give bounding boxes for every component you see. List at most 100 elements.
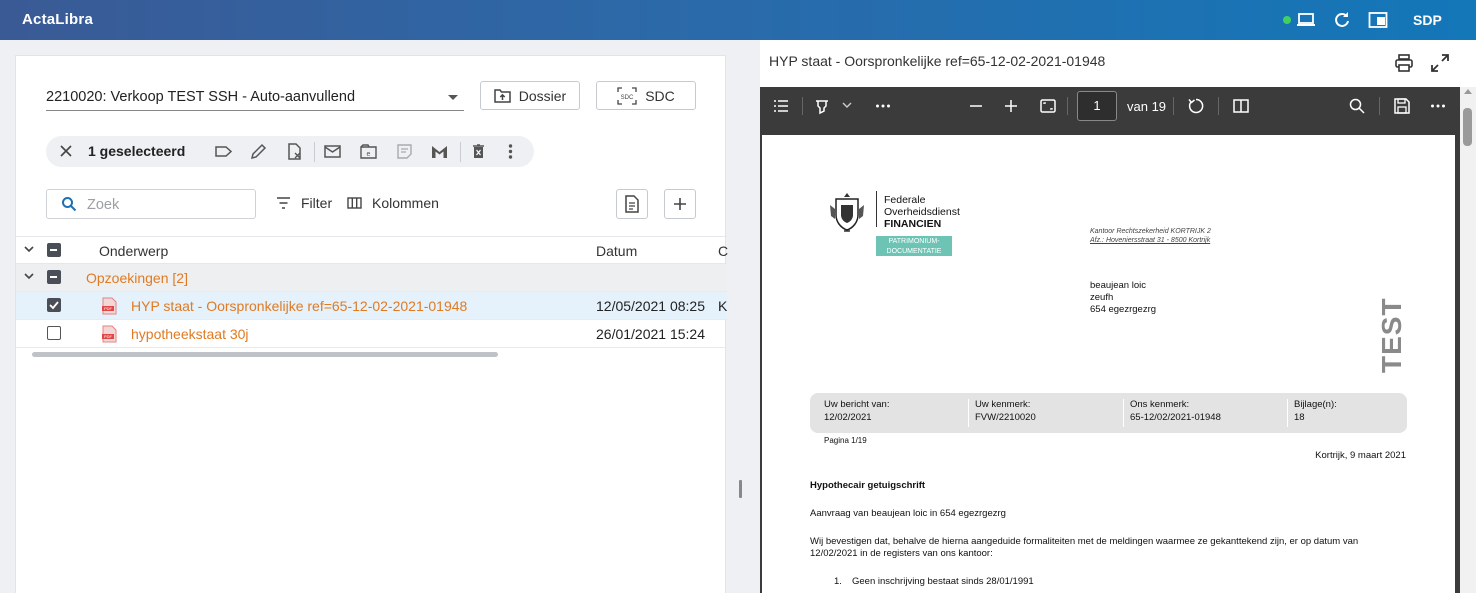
info-divider — [1123, 399, 1124, 427]
document-list-button[interactable] — [616, 189, 648, 219]
page-count: van 19 — [1127, 99, 1167, 114]
app-title: ActaLibra — [22, 11, 93, 28]
row-date: 12/05/2021 08:25 — [596, 298, 705, 314]
chevron-down-icon[interactable] — [842, 102, 852, 109]
pdf-icon-text: PDF — [104, 306, 113, 311]
select-all-checkbox[interactable] — [47, 243, 61, 257]
row-date: 26/01/2021 15:24 — [596, 326, 705, 342]
columns-button[interactable]: Kolommen — [347, 195, 439, 211]
list-item: Geen inschrijving bestaat sinds 28/01/19… — [852, 576, 1034, 587]
group-label: Opzoekingen [2] — [86, 270, 188, 286]
scrollbar-thumb[interactable] — [32, 352, 498, 357]
laptop-icon[interactable] — [1296, 10, 1316, 30]
toolbar-divider — [1067, 97, 1068, 115]
recipient-line: 654 egezrgezrg — [1090, 304, 1157, 315]
vertical-scrollbar[interactable] — [1460, 87, 1476, 593]
request-line: Aanvraag van beaujean loic in 654 egezrg… — [810, 508, 1006, 519]
note-icon[interactable] — [395, 142, 414, 161]
zoom-in-icon[interactable] — [1002, 97, 1020, 115]
dossier-select[interactable]: 2210020: Verkoop TEST SSH - Auto-aanvull… — [46, 83, 464, 111]
page-indicator: Pagina 1/19 — [824, 436, 867, 445]
document-heading: Hypothecair getuigschrift — [810, 480, 926, 491]
reference-info-bar: Uw bericht van: 12/02/2021 Uw kenmerk: FVW… — [810, 393, 1407, 433]
fullscreen-icon[interactable] — [1430, 53, 1450, 73]
body-text: Wij bevestigen dat, behalve de hierna aa… — [810, 536, 1359, 547]
panel-resize-handle[interactable] — [739, 480, 742, 498]
dossier-select-value: 2210020: Verkoop TEST SSH - Auto-aanvull… — [46, 89, 356, 105]
svg-text:e: e — [367, 151, 371, 158]
highlighter-icon[interactable] — [813, 97, 831, 115]
more-vertical-icon[interactable] — [501, 142, 520, 161]
group-checkbox[interactable] — [47, 270, 61, 284]
selection-count: 1 geselecteerd — [88, 143, 186, 159]
body-text: 12/02/2021 in de registers van ons kanto… — [810, 548, 993, 559]
row-subject[interactable]: HYP staat - Oorspronkelijke ref=65-12-02… — [131, 298, 467, 314]
add-button[interactable] — [664, 189, 696, 219]
column-header-date[interactable]: Datum — [596, 243, 637, 259]
toolbar-divider — [1218, 97, 1219, 115]
table-row[interactable]: PDF hypotheekstaat 30j 26/01/2021 15:24 — [16, 320, 727, 348]
close-icon[interactable] — [58, 143, 74, 159]
page-number-input[interactable]: 1 — [1077, 91, 1117, 121]
user-menu[interactable]: SDP — [1413, 12, 1442, 28]
info-cell: Bijlage(n): 18 — [1294, 399, 1337, 423]
two-page-icon[interactable] — [1232, 97, 1250, 115]
save-icon[interactable] — [1393, 97, 1411, 115]
chevron-down-icon[interactable] — [24, 273, 34, 280]
scroll-up-arrow[interactable] — [1464, 89, 1472, 94]
search-box — [46, 189, 256, 219]
grid-header: Onderwerp Datum C — [16, 236, 728, 264]
refresh-icon[interactable] — [1332, 10, 1352, 30]
row-subject[interactable]: hypotheekstaat 30j — [131, 326, 249, 342]
delete-icon[interactable] — [469, 142, 488, 161]
row-checkbox[interactable] — [47, 298, 61, 312]
rotate-icon[interactable] — [1187, 97, 1205, 115]
columns-label: Kolommen — [372, 195, 439, 211]
dossier-button[interactable]: Dossier — [480, 81, 580, 110]
zoom-out-icon[interactable] — [967, 97, 985, 115]
scrollbar-thumb[interactable] — [1463, 108, 1472, 146]
department-badge-line: PATRIMONIUM- — [888, 238, 940, 245]
gmail-icon[interactable] — [430, 142, 449, 161]
edit-icon[interactable] — [249, 142, 268, 161]
department-badge: PATRIMONIUM- DOCUMENTATIE — [876, 236, 952, 256]
column-header-subject[interactable]: Onderwerp — [99, 243, 168, 259]
row-checkbox[interactable] — [47, 326, 61, 340]
fit-page-icon[interactable] — [1039, 97, 1057, 115]
print-icon[interactable] — [1394, 53, 1414, 73]
e-document-icon[interactable]: e — [359, 142, 378, 161]
filter-button[interactable]: Filter — [276, 195, 332, 211]
department-badge-line: DOCUMENTATIE — [886, 247, 942, 255]
columns-icon — [347, 197, 362, 209]
recipient-line: beaujean loic — [1090, 280, 1146, 291]
pdf-page: Federale Overheidsdienst FINANCIEN PATRI… — [762, 135, 1455, 593]
chevron-down-icon[interactable] — [24, 246, 34, 253]
row-extra: K — [718, 298, 728, 314]
list-icon[interactable] — [772, 97, 790, 115]
group-row[interactable]: Opzoekingen [2] — [16, 264, 727, 292]
top-bar: ActaLibra SDP — [0, 0, 1476, 40]
toolbar-divider — [1379, 97, 1380, 115]
window-icon[interactable] — [1368, 10, 1388, 30]
horizontal-scrollbar[interactable] — [30, 351, 720, 359]
mail-icon[interactable] — [323, 142, 342, 161]
selection-toolbar: 1 geselecteerd e — [46, 136, 534, 167]
chevron-down-icon — [448, 95, 458, 100]
pdf-icon-text: PDF — [104, 334, 113, 339]
file-remove-icon[interactable] — [285, 142, 304, 161]
table-row[interactable]: PDF HYP staat - Oorspronkelijke ref=65-1… — [16, 292, 727, 320]
pdf-toolbar: 1 van 19 — [760, 87, 1476, 125]
more-horizontal-icon[interactable] — [1429, 97, 1447, 115]
label-icon[interactable] — [214, 142, 233, 161]
recipient-line: zeufh — [1090, 292, 1114, 303]
logo-divider — [876, 191, 877, 227]
info-divider — [968, 399, 969, 427]
search-input[interactable] — [87, 195, 247, 215]
office-name: Kantoor Rechtszekerheid KORTRIJK 2 — [1090, 228, 1211, 235]
org-name-line: FINANCIEN — [884, 218, 942, 230]
more-horizontal-icon[interactable] — [874, 97, 892, 115]
filter-label: Filter — [301, 195, 333, 211]
column-header-extra[interactable]: C — [718, 243, 728, 259]
sdc-button[interactable]: SDC SDC — [596, 81, 696, 110]
search-icon[interactable] — [1348, 97, 1366, 115]
